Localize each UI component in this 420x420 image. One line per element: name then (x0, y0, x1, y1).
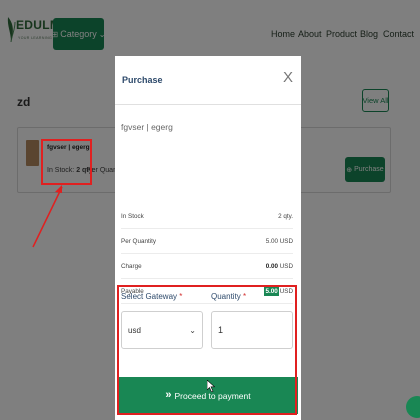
row-value: 2 qty. (278, 212, 293, 220)
annotation-highlight-box (41, 139, 92, 185)
modal-title: Purchase (122, 75, 163, 85)
annotation-form-highlight (117, 285, 297, 415)
row-per-quantity: Per Quantity 5.00 USD (121, 229, 293, 254)
modal-divider (115, 104, 301, 105)
close-icon[interactable]: X (283, 70, 293, 85)
row-in-stock: In Stock 2 qty. (121, 204, 293, 229)
row-value: 0.00 USD (265, 262, 293, 270)
row-label: Per Quantity (121, 237, 156, 245)
mouse-cursor-icon (207, 380, 215, 392)
row-value: 5.00 USD (265, 237, 293, 245)
row-label: In Stock (121, 212, 144, 220)
row-label: Charge (121, 262, 142, 270)
modal-product-name: fgvser | egerg (121, 122, 173, 132)
row-charge: Charge 0.00 USD (121, 254, 293, 279)
